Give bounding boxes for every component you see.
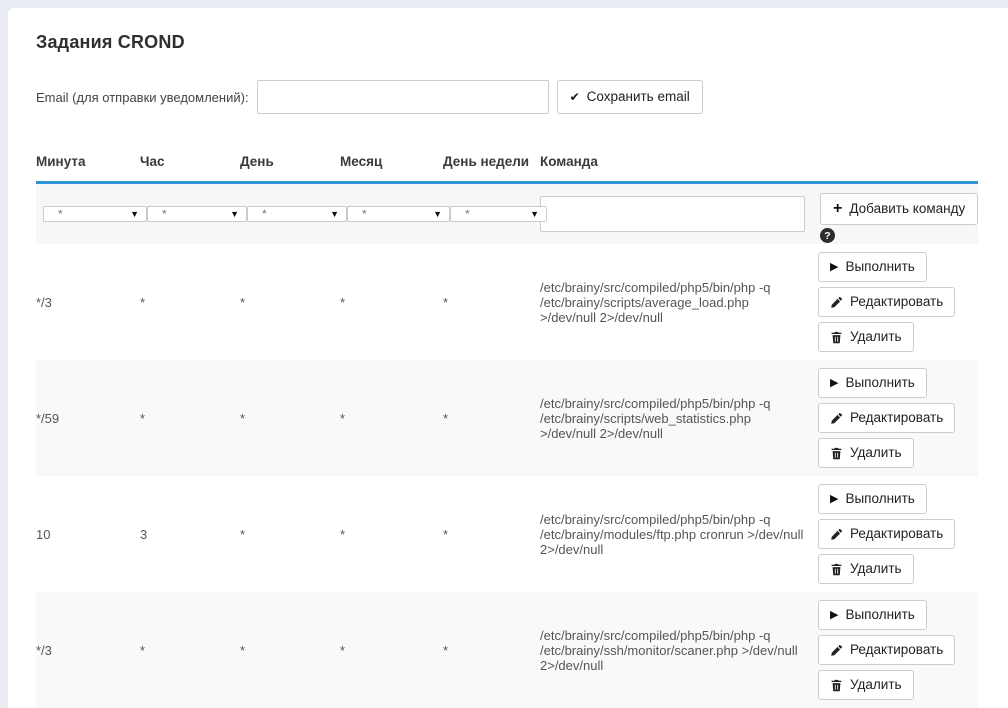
weekday-value: * bbox=[443, 643, 540, 658]
trash-icon bbox=[830, 563, 843, 576]
header-minute: Минута bbox=[36, 147, 140, 180]
email-input[interactable] bbox=[257, 80, 549, 114]
minute-value: */59 bbox=[36, 411, 140, 426]
edit-button[interactable]: Редактировать bbox=[818, 519, 955, 549]
row-actions: ▶ Выполнить Редактировать Удалить bbox=[818, 360, 978, 476]
edit-button[interactable]: Редактировать bbox=[818, 403, 955, 433]
cron-task-row: */3 * * * * /etc/brainy/src/compiled/php… bbox=[36, 244, 978, 360]
row-actions: ▶ Выполнить Редактировать Удалить bbox=[818, 244, 978, 360]
cron-table: Минута Час День Месяц День недели Команд… bbox=[36, 146, 978, 708]
header-command: Команда bbox=[540, 147, 818, 180]
edit-button-label: Редактировать bbox=[850, 411, 943, 425]
cron-task-row: 10 3 * * * /etc/brainy/src/compiled/php5… bbox=[36, 476, 978, 592]
cron-task-row: */59 * * * * /etc/brainy/src/compiled/ph… bbox=[36, 360, 978, 476]
hour-value: 3 bbox=[140, 527, 240, 542]
hour-value: * bbox=[140, 643, 240, 658]
weekday-value: * bbox=[443, 527, 540, 542]
play-icon: ▶ bbox=[830, 610, 838, 621]
new-task-row: * ▼ * ▼ * ▼ * ▼ * ▼ bbox=[36, 184, 978, 244]
edit-button-label: Редактировать bbox=[850, 295, 943, 309]
edit-button[interactable]: Редактировать bbox=[818, 287, 955, 317]
help-icon[interactable]: ? bbox=[820, 228, 835, 243]
page-title: Задания CROND bbox=[36, 32, 1008, 53]
weekday-select[interactable]: * bbox=[450, 206, 547, 222]
hour-select[interactable]: * bbox=[147, 206, 247, 222]
add-command-button-label: Добавить команду bbox=[849, 202, 965, 216]
delete-button-label: Удалить bbox=[850, 562, 902, 576]
delete-button[interactable]: Удалить bbox=[818, 554, 914, 584]
pencil-icon bbox=[830, 528, 843, 541]
trash-icon bbox=[830, 331, 843, 344]
run-button-label: Выполнить bbox=[845, 376, 914, 390]
delete-button-label: Удалить bbox=[850, 678, 902, 692]
minute-value: */3 bbox=[36, 643, 140, 658]
header-month: Месяц bbox=[340, 147, 443, 180]
run-button[interactable]: ▶ Выполнить bbox=[818, 484, 927, 514]
header-day: День bbox=[240, 147, 340, 180]
run-button-label: Выполнить bbox=[845, 608, 914, 622]
month-value: * bbox=[340, 527, 443, 542]
run-button-label: Выполнить bbox=[845, 492, 914, 506]
play-icon: ▶ bbox=[830, 494, 838, 505]
delete-button[interactable]: Удалить bbox=[818, 438, 914, 468]
month-value: * bbox=[340, 411, 443, 426]
row-actions: ▶ Выполнить Редактировать Удалить bbox=[818, 592, 978, 708]
trash-icon bbox=[830, 447, 843, 460]
command-value: /etc/brainy/src/compiled/php5/bin/php -q… bbox=[540, 628, 818, 673]
run-button[interactable]: ▶ Выполнить bbox=[818, 252, 927, 282]
edit-button[interactable]: Редактировать bbox=[818, 635, 955, 665]
email-label: Email (для отправки уведомлений): bbox=[36, 90, 249, 105]
table-header-row: Минута Час День Месяц День недели Команд… bbox=[36, 146, 978, 184]
table-body: */3 * * * * /etc/brainy/src/compiled/php… bbox=[36, 244, 978, 708]
run-button[interactable]: ▶ Выполнить bbox=[818, 600, 927, 630]
delete-button-label: Удалить bbox=[850, 330, 902, 344]
save-email-button-label: Сохранить email bbox=[587, 90, 690, 104]
pencil-icon bbox=[830, 644, 843, 657]
weekday-value: * bbox=[443, 411, 540, 426]
edit-button-label: Редактировать bbox=[850, 643, 943, 657]
weekday-value: * bbox=[443, 295, 540, 310]
header-hour: Час bbox=[140, 147, 240, 180]
command-value: /etc/brainy/src/compiled/php5/bin/php -q… bbox=[540, 512, 818, 557]
day-value: * bbox=[240, 643, 340, 658]
month-value: * bbox=[340, 643, 443, 658]
command-value: /etc/brainy/src/compiled/php5/bin/php -q… bbox=[540, 396, 818, 441]
edit-button-label: Редактировать bbox=[850, 527, 943, 541]
minute-select[interactable]: * bbox=[43, 206, 147, 222]
run-button-label: Выполнить bbox=[845, 260, 914, 274]
month-value: * bbox=[340, 295, 443, 310]
content-panel: Задания CROND Email (для отправки уведом… bbox=[8, 8, 1008, 708]
pencil-icon bbox=[830, 412, 843, 425]
minute-value: 10 bbox=[36, 527, 140, 542]
delete-button[interactable]: Удалить bbox=[818, 670, 914, 700]
pencil-icon bbox=[830, 296, 843, 309]
day-select[interactable]: * bbox=[247, 206, 347, 222]
delete-button-label: Удалить bbox=[850, 446, 902, 460]
plus-icon: + bbox=[833, 201, 842, 217]
header-weekday: День недели bbox=[443, 147, 540, 180]
command-input[interactable] bbox=[540, 196, 805, 232]
trash-icon bbox=[830, 679, 843, 692]
minute-value: */3 bbox=[36, 295, 140, 310]
run-button[interactable]: ▶ Выполнить bbox=[818, 368, 927, 398]
email-section: Email (для отправки уведомлений): ✔ Сохр… bbox=[36, 80, 1008, 114]
row-actions: ▶ Выполнить Редактировать Удалить bbox=[818, 476, 978, 592]
command-value: /etc/brainy/src/compiled/php5/bin/php -q… bbox=[540, 280, 818, 325]
day-value: * bbox=[240, 527, 340, 542]
delete-button[interactable]: Удалить bbox=[818, 322, 914, 352]
add-command-button[interactable]: + Добавить команду bbox=[820, 193, 978, 225]
cron-task-row: */3 * * * * /etc/brainy/src/compiled/php… bbox=[36, 592, 978, 708]
day-value: * bbox=[240, 295, 340, 310]
header-actions bbox=[818, 156, 978, 172]
check-icon: ✔ bbox=[570, 91, 580, 103]
play-icon: ▶ bbox=[830, 262, 838, 273]
play-icon: ▶ bbox=[830, 378, 838, 389]
hour-value: * bbox=[140, 295, 240, 310]
save-email-button[interactable]: ✔ Сохранить email bbox=[557, 80, 703, 114]
month-select[interactable]: * bbox=[347, 206, 450, 222]
hour-value: * bbox=[140, 411, 240, 426]
day-value: * bbox=[240, 411, 340, 426]
